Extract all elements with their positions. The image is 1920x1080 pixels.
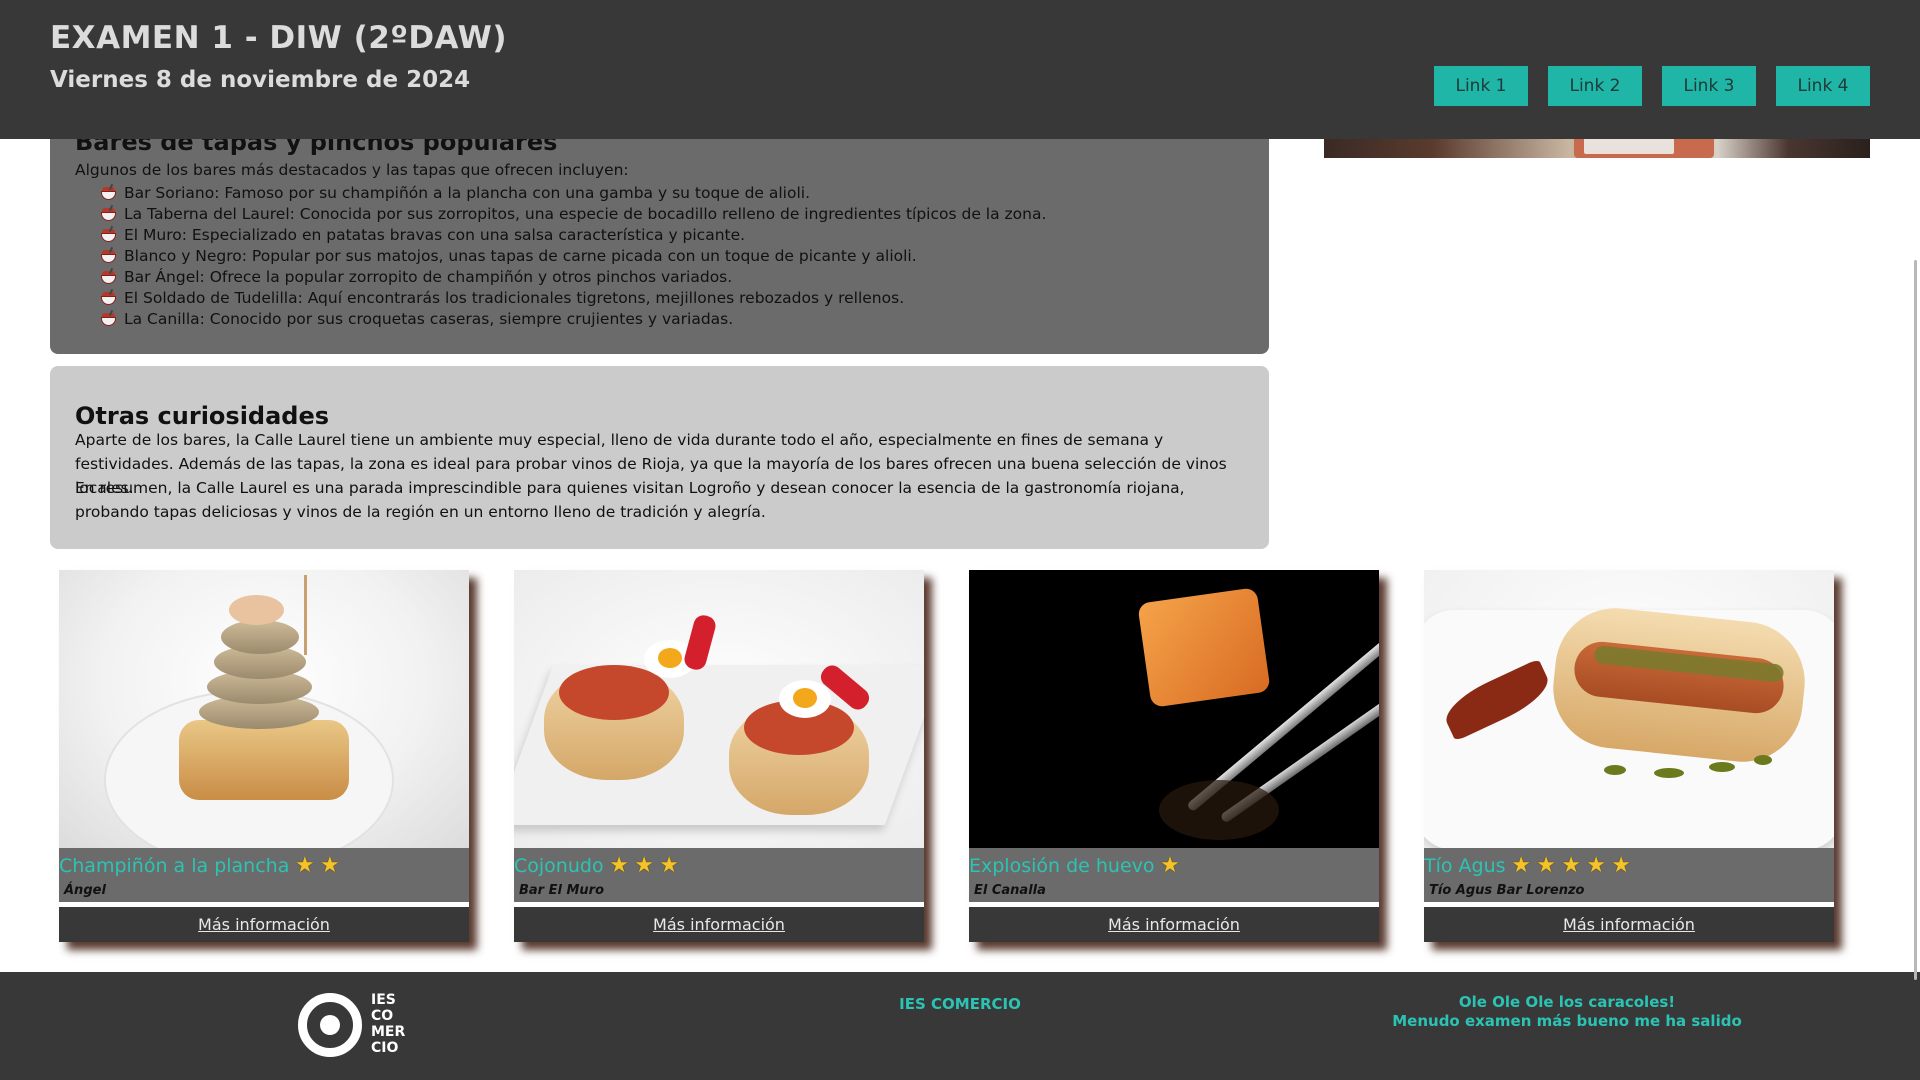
tapa-card-tio-agus: Tío Agus ★ ★ ★ ★ ★ Tío Agus Bar Lorenzo … [1424,570,1834,942]
list-item-text: La Canilla: Conocido por sus croquetas c… [124,309,734,328]
bowl-icon [100,204,117,222]
more-info-button[interactable]: Más información [1424,907,1834,942]
footer-message-line-1: Ole Ole Ole los caracoles! [1458,993,1676,1011]
star-rating: ★ ★ ★ [607,854,682,878]
star-icon: ★ [1511,853,1531,878]
star-icon: ★ [659,853,679,878]
list-item: La Taberna del Laurel: Conocida por sus … [100,203,1046,224]
card-place: Bar El Muro [519,883,605,898]
list-item: Blanco y Negro: Popular por sus matojos,… [100,245,1046,266]
card-caption: Cojonudo ★ ★ ★ Bar El Muro [514,848,924,902]
star-rating: ★ [1158,854,1183,878]
card-title: Champiñón a la plancha [59,855,290,877]
card-place: Tío Agus Bar Lorenzo [1429,883,1585,898]
star-icon: ★ [1586,853,1606,878]
star-icon: ★ [1611,853,1631,878]
list-item-text: El Soldado de Tudelilla: Aquí encontrará… [124,288,905,307]
star-icon: ★ [609,853,629,878]
curiosidades-section: Otras curiosidades Aparte de los bares, … [50,366,1269,549]
card-title: Explosión de huevo [969,855,1155,877]
list-item-text: La Taberna del Laurel: Conocida por sus … [124,204,1047,223]
card-caption: Tío Agus ★ ★ ★ ★ ★ Tío Agus Bar Lorenzo [1424,848,1834,902]
bowl-icon [100,225,117,243]
card-title: Cojonudo [514,855,604,877]
bares-section: Bares de tapas y pinchos populares Algun… [50,112,1269,354]
list-item: El Muro: Especializado en patatas bravas… [100,224,1046,245]
tapa-photo [969,570,1379,848]
card-place: El Canalla [974,883,1046,898]
star-icon: ★ [1160,853,1180,878]
list-item-text: Blanco y Negro: Popular por sus matojos,… [124,246,917,265]
card-title: Tío Agus [1424,855,1506,877]
star-icon: ★ [294,853,315,878]
list-item-text: Bar Soriano: Famoso por su champiñón a l… [124,183,811,202]
nav-link-1[interactable]: Link 1 [1434,66,1528,106]
tapa-photo [514,570,924,848]
page-footer: IES CO MER CIO IES COMERCIO Ole Ole Ole … [0,972,1920,1080]
page-date: Viernes 8 de noviembre de 2024 [50,67,471,93]
list-item: Bar Soriano: Famoso por su champiñón a l… [100,182,1046,203]
list-item: Bar Ángel: Ofrece la popular zorropito d… [100,266,1046,287]
bowl-icon [100,246,117,264]
page-title: EXAMEN 1 - DIW (2ºDAW) [50,20,508,56]
bares-intro: Algunos de los bares más destacados y la… [75,161,629,179]
card-place: Ángel [64,883,106,898]
bowl-icon [100,309,117,327]
star-icon: ★ [1561,853,1581,878]
tapa-photo [1424,570,1834,848]
more-info-button[interactable]: Más información [969,907,1379,942]
list-item-text: El Muro: Especializado en patatas bravas… [124,225,746,244]
footer-message: Ole Ole Ole los caracoles! Menudo examen… [1367,993,1767,1031]
bowl-icon [100,183,117,201]
tapa-photo [59,570,469,848]
card-caption: Champiñón a la plancha ★ ★ Ángel [59,848,469,902]
curiosidades-heading: Otras curiosidades [75,402,330,430]
footer-message-line-2: Menudo examen más bueno me ha salido [1392,1012,1742,1030]
card-caption: Explosión de huevo ★ El Canalla [969,848,1379,902]
list-item: El Soldado de Tudelilla: Aquí encontrará… [100,287,1046,308]
star-icon: ★ [319,853,340,878]
star-rating: ★ ★ ★ ★ ★ [1509,854,1634,878]
nav-link-3[interactable]: Link 3 [1662,66,1756,106]
curiosidades-paragraph-2: En resumen, la Calle Laurel es una parad… [75,479,1185,521]
more-info-button[interactable]: Más información [59,907,469,942]
list-item-text: Bar Ángel: Ofrece la popular zorropito d… [124,267,733,286]
page-scrollbar[interactable] [1914,260,1917,980]
bowl-icon [100,267,117,285]
list-item: La Canilla: Conocido por sus croquetas c… [100,308,1046,329]
main-nav: Link 1 Link 2 Link 3 Link 4 [1434,66,1870,106]
tapa-card-explosion: Explosión de huevo ★ El Canalla Más info… [969,570,1379,942]
star-rating: ★ ★ [292,854,342,878]
bares-list: Bar Soriano: Famoso por su champiñón a l… [100,182,1046,329]
nav-link-4[interactable]: Link 4 [1776,66,1870,106]
more-info-button[interactable]: Más información [514,907,924,942]
nav-link-2[interactable]: Link 2 [1548,66,1642,106]
page-header: EXAMEN 1 - DIW (2ºDAW) Viernes 8 de novi… [0,0,1920,139]
tapa-card-champinon: Champiñón a la plancha ★ ★ Ángel Más inf… [59,570,469,942]
tapa-card-cojonudo: Cojonudo ★ ★ ★ Bar El Muro Más informaci… [514,570,924,942]
star-icon: ★ [1536,853,1556,878]
bowl-icon [100,288,117,306]
star-icon: ★ [634,853,654,878]
